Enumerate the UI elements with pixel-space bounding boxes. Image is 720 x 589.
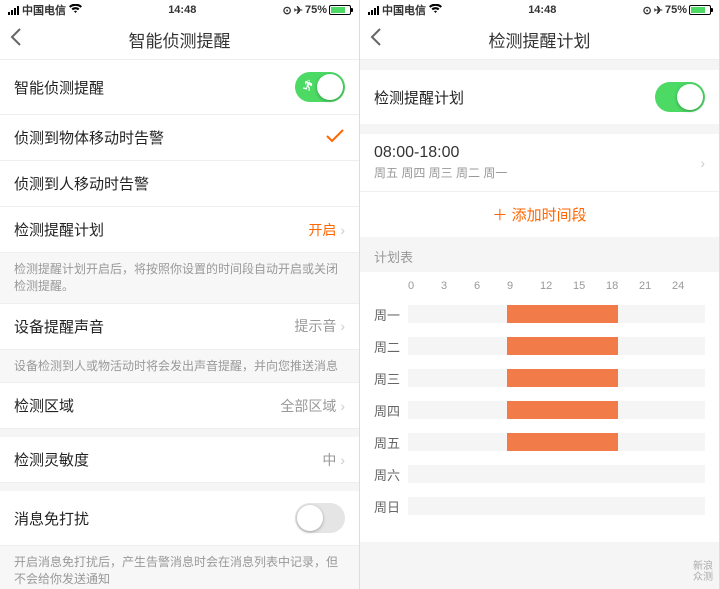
plan-content: 检测提醒计划 08:00-18:00 周五 周四 周三 周二 周一 › ＋ 添加… <box>360 60 719 589</box>
chevron-right-icon: › <box>340 398 345 414</box>
row-sensitivity[interactable]: 检测灵敏度 中› <box>0 437 359 483</box>
row-dnd[interactable]: 消息免打扰 <box>0 491 359 546</box>
settings-list: 智能侦测提醒 侦测到物体移动时告警 侦测到人移动时告警 检测提醒计划 开启› 检… <box>0 60 359 589</box>
battery-icon <box>329 5 351 15</box>
toggle-plan[interactable] <box>655 82 705 112</box>
left-screen: 中国电信 14:48 ⊙ ✈ 75% 智能侦测提醒 智能侦测提醒 侦测到物体移动… <box>0 0 360 589</box>
time-days: 周五 周四 周三 周二 周一 <box>374 164 507 181</box>
watermark: 新浪众测 <box>693 561 713 583</box>
status-bar: 中国电信 14:48 ⊙ ✈ 75% <box>360 0 719 20</box>
row-time-slot[interactable]: 08:00-18:00 周五 周四 周三 周二 周一 › <box>360 134 719 191</box>
right-screen: 中国电信 14:48 ⊙ ✈ 75% 检测提醒计划 检测提醒计划 08:00-1… <box>360 0 720 589</box>
toggle-smart[interactable] <box>295 72 345 102</box>
signal-icon <box>368 6 379 15</box>
add-time-button[interactable]: ＋ 添加时间段 <box>360 191 719 237</box>
chart-x-axis: 0 3 6 9 12 15 18 21 24 <box>374 280 705 292</box>
chart-row-sat: 周六 <box>374 458 705 490</box>
chevron-right-icon: › <box>340 318 345 334</box>
row-human-alarm[interactable]: 侦测到人移动时告警 <box>0 161 359 207</box>
nav-bar: 检测提醒计划 <box>360 20 719 60</box>
page-title: 智能侦测提醒 <box>129 27 231 52</box>
note-sound: 设备检测到人或物活动时将会发出声音提醒，并向您推送消息 <box>0 350 359 384</box>
carrier: 中国电信 <box>22 2 66 18</box>
clock: 14:48 <box>528 4 556 16</box>
running-icon <box>301 78 315 92</box>
row-object-alarm[interactable]: 侦测到物体移动时告警 <box>0 115 359 161</box>
note-dnd: 开启消息免打扰后，产生告警消息时会在消息列表中记录，但不会给你发送通知 <box>0 546 359 589</box>
battery-pct: 75% <box>305 4 327 16</box>
divider <box>360 124 719 134</box>
time-range: 08:00-18:00 <box>374 144 507 162</box>
row-area[interactable]: 检测区域 全部区域› <box>0 383 359 429</box>
battery-pct: 75% <box>665 4 687 16</box>
clock: 14:48 <box>168 4 196 16</box>
row-plan-toggle[interactable]: 检测提醒计划 <box>360 70 719 124</box>
check-icon <box>325 127 345 148</box>
chart-row-thu: 周四 <box>374 394 705 426</box>
schedule-label: 计划表 <box>360 237 719 272</box>
back-button[interactable] <box>370 27 382 53</box>
chart-row-wed: 周三 <box>374 362 705 394</box>
schedule-chart: 0 3 6 9 12 15 18 21 24 周一 周二 周三 周四 周五 周六… <box>360 272 719 542</box>
divider <box>360 60 719 70</box>
chevron-right-icon: › <box>340 452 345 468</box>
location-icon: ✈ <box>294 4 303 17</box>
row-sound[interactable]: 设备提醒声音 提示音› <box>0 304 359 350</box>
note-plan: 检测提醒计划开启后，将按照你设置的时间段自动开启或关闭检测提醒。 <box>0 253 359 304</box>
chart-row-fri: 周五 <box>374 426 705 458</box>
status-bar: 中国电信 14:48 ⊙ ✈ 75% <box>0 0 359 20</box>
wifi-icon <box>69 4 82 17</box>
divider <box>0 483 359 491</box>
battery-icon <box>689 5 711 15</box>
chevron-right-icon: › <box>700 155 719 171</box>
chart-row-mon: 周一 <box>374 298 705 330</box>
signal-icon <box>8 6 19 15</box>
chevron-right-icon: › <box>340 222 345 238</box>
row-plan[interactable]: 检测提醒计划 开启› <box>0 207 359 253</box>
location-icon: ✈ <box>654 4 663 17</box>
back-button[interactable] <box>10 27 22 53</box>
chart-row-tue: 周二 <box>374 330 705 362</box>
nav-bar: 智能侦测提醒 <box>0 20 359 60</box>
alarm-icon: ⊙ <box>283 4 292 17</box>
alarm-icon: ⊙ <box>643 4 652 17</box>
page-title: 检测提醒计划 <box>489 27 591 52</box>
wifi-icon <box>429 4 442 17</box>
divider <box>0 429 359 437</box>
row-smart-detection[interactable]: 智能侦测提醒 <box>0 60 359 115</box>
carrier: 中国电信 <box>382 2 426 18</box>
toggle-dnd[interactable] <box>295 503 345 533</box>
chart-row-sun: 周日 <box>374 490 705 522</box>
